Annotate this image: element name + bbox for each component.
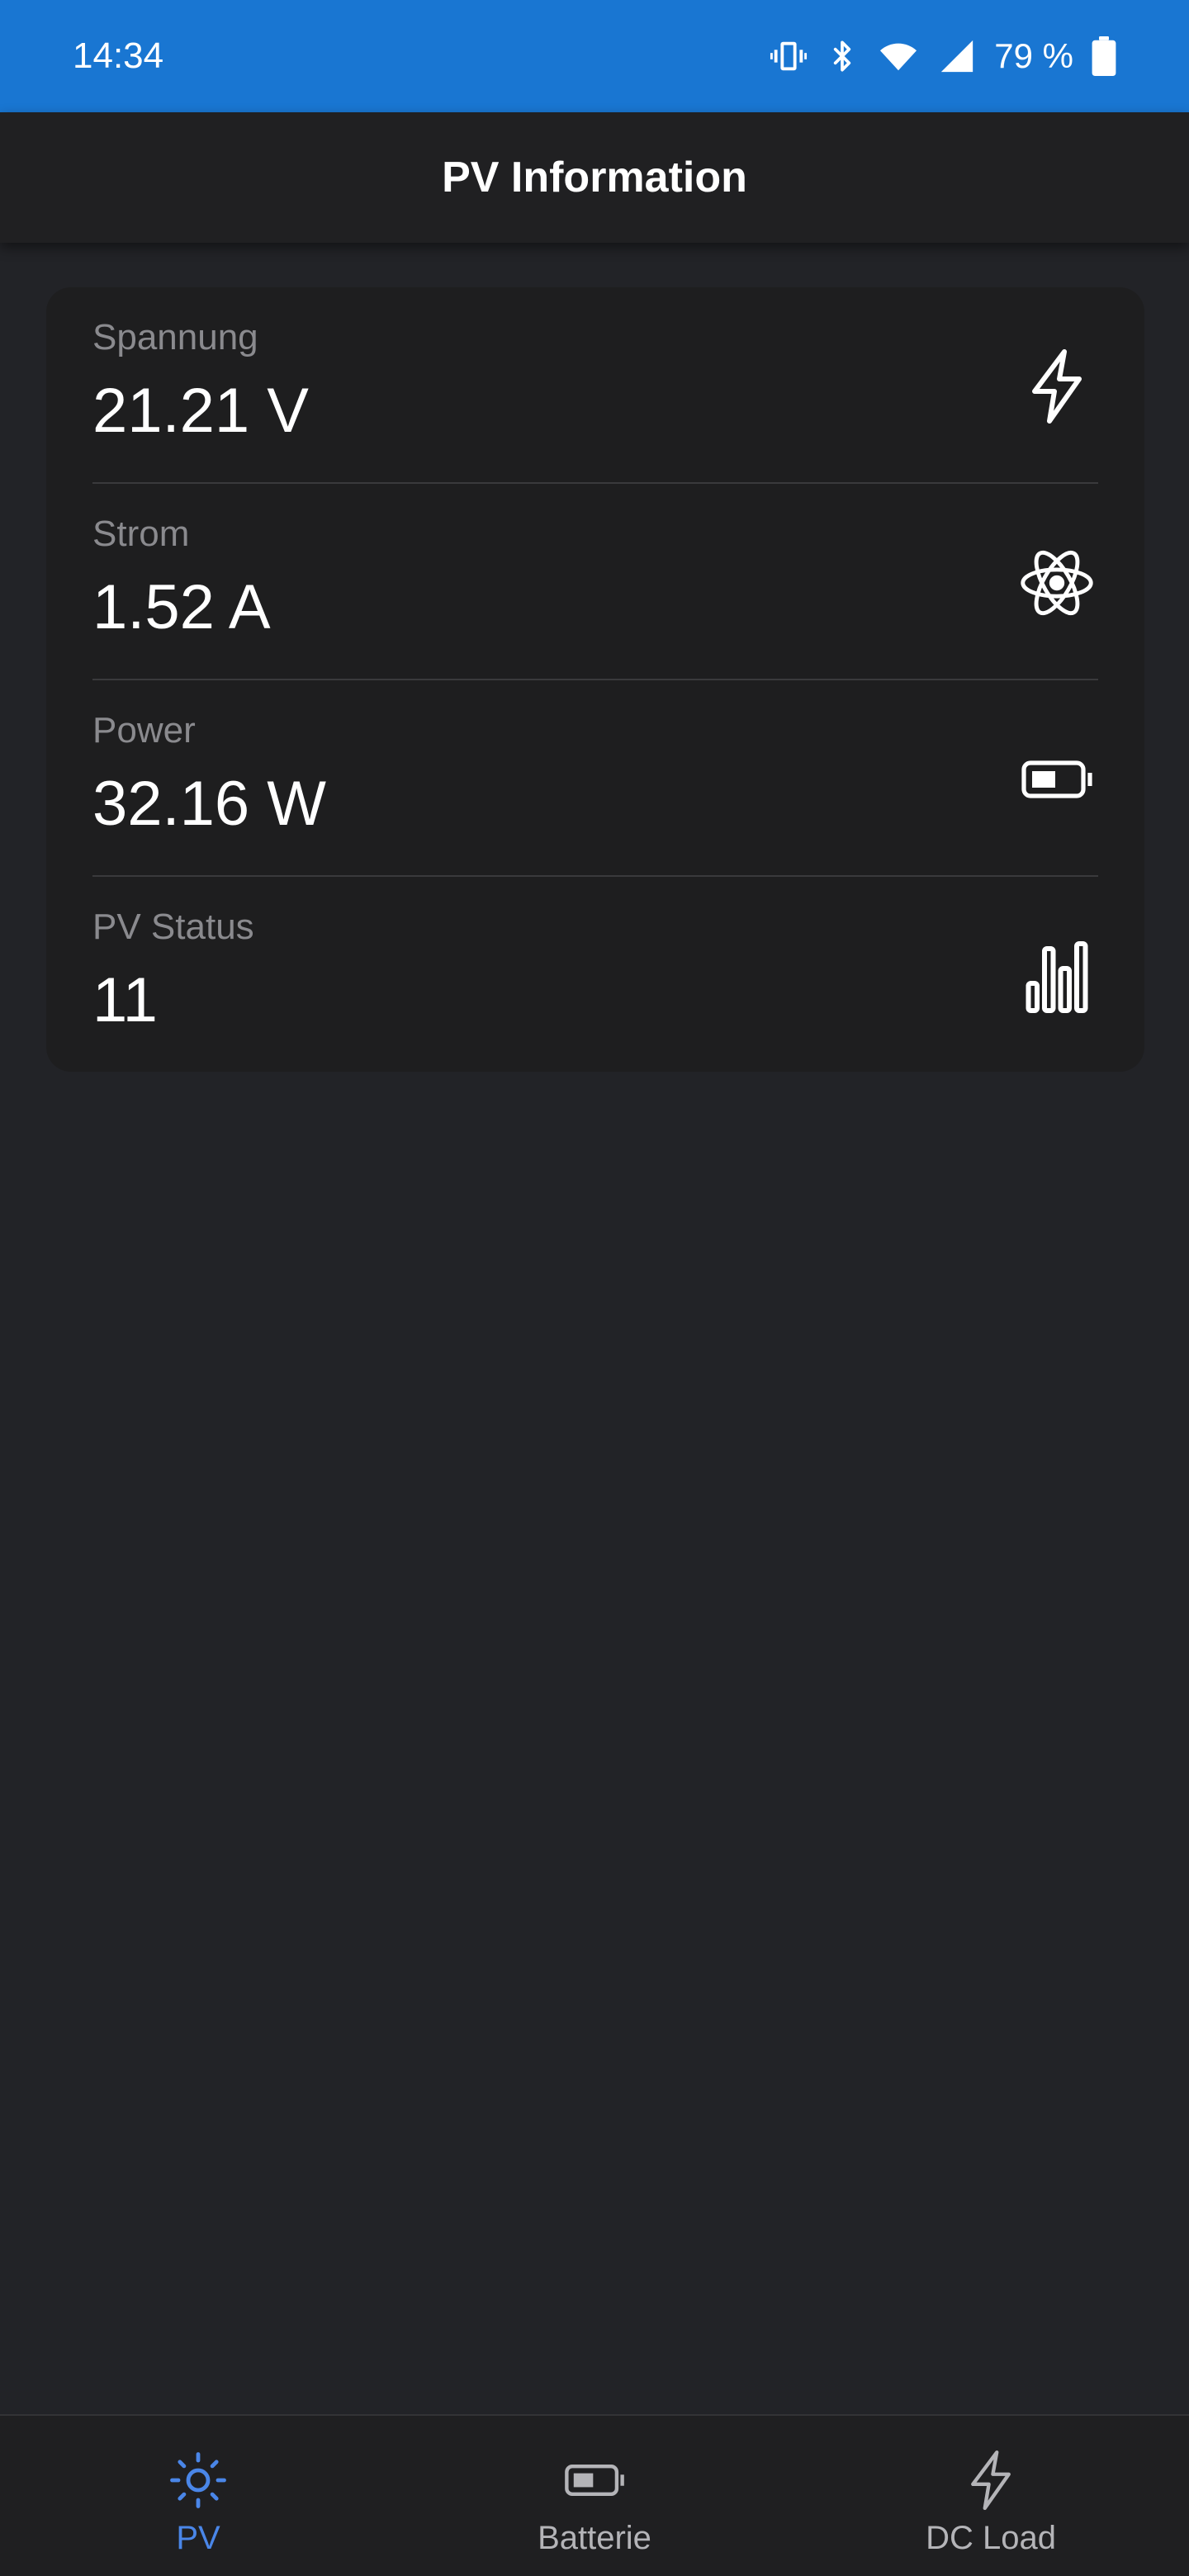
metric-value: 11 bbox=[92, 965, 158, 1035]
lightning-icon bbox=[1016, 345, 1098, 428]
wifi-icon bbox=[877, 37, 920, 75]
metric-row-power: Power 32.16 W bbox=[92, 680, 1098, 877]
bottom-nav: PV Batterie DC Load bbox=[0, 2414, 1189, 2576]
nav-item-pv[interactable]: PV bbox=[0, 2416, 396, 2576]
pv-info-card: Spannung 21.21 V Strom 1.52 A Power 32.1… bbox=[46, 287, 1144, 1072]
vibrate-icon bbox=[770, 37, 808, 75]
metric-label: PV Status bbox=[92, 907, 254, 947]
status-time: 14:34 bbox=[73, 36, 164, 76]
nav-item-dc-load[interactable]: DC Load bbox=[793, 2416, 1189, 2576]
metric-label: Spannung bbox=[92, 317, 258, 358]
metric-label: Power bbox=[92, 710, 196, 751]
nav-label: DC Load bbox=[926, 2520, 1056, 2556]
battery-icon bbox=[561, 2447, 628, 2513]
battery-icon bbox=[1016, 738, 1098, 821]
atom-icon bbox=[1016, 542, 1098, 624]
bluetooth-icon bbox=[826, 37, 859, 75]
metric-row-strom: Strom 1.52 A bbox=[92, 484, 1098, 680]
nav-item-batterie[interactable]: Batterie bbox=[396, 2416, 793, 2576]
lightning-icon bbox=[958, 2447, 1024, 2513]
status-icons: 79 % bbox=[770, 36, 1116, 76]
nav-label: PV bbox=[176, 2520, 220, 2556]
metric-row-pv-status: PV Status 11 bbox=[92, 877, 1098, 1073]
signal-icon bbox=[938, 37, 976, 75]
metric-value: 1.52 A bbox=[92, 572, 271, 642]
bar-chart-icon bbox=[1016, 935, 1098, 1017]
battery-icon bbox=[1092, 36, 1116, 76]
metric-value: 21.21 V bbox=[92, 376, 309, 446]
status-bar: 14:34 79 % bbox=[0, 0, 1189, 112]
battery-percent: 79 % bbox=[994, 36, 1073, 75]
nav-label: Batterie bbox=[538, 2520, 651, 2556]
sun-icon bbox=[165, 2447, 231, 2513]
metric-row-spannung: Spannung 21.21 V bbox=[92, 287, 1098, 484]
metric-label: Strom bbox=[92, 514, 190, 554]
page-title: PV Information bbox=[442, 154, 747, 201]
app-bar: PV Information bbox=[0, 112, 1189, 243]
metric-value: 32.16 W bbox=[92, 769, 327, 839]
